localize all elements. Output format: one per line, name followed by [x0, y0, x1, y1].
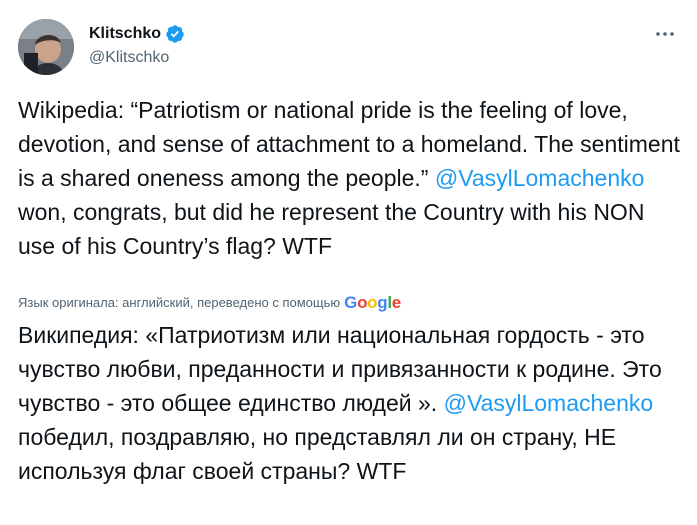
- more-options-button[interactable]: [653, 24, 677, 44]
- verified-badge-icon: [165, 24, 185, 44]
- avatar-image: [18, 19, 74, 75]
- author-handle[interactable]: @Klitschko: [89, 48, 169, 68]
- tweet-card: Klitschko @Klitschko Wikipedia: “Patriot…: [0, 0, 697, 525]
- translated-mention-link[interactable]: @VasylLomachenko: [444, 390, 654, 416]
- google-logo-letter: o: [367, 293, 378, 312]
- google-logo[interactable]: Google: [344, 293, 401, 313]
- translation-note: Язык оригинала: английский, переведено с…: [18, 293, 401, 313]
- avatar[interactable]: [18, 19, 74, 75]
- google-logo-letter: G: [344, 293, 358, 312]
- google-logo-letter: o: [357, 293, 368, 312]
- translation-note-label: Язык оригинала: английский, переведено с…: [18, 295, 341, 310]
- mention-link[interactable]: @VasylLomachenko: [435, 165, 645, 191]
- tweet-text: Wikipedia: “Patriotism or national pride…: [18, 93, 683, 263]
- tweet-text-part-2: won, congrats, but did he represent the …: [18, 199, 645, 259]
- google-logo-letter: e: [391, 293, 401, 312]
- author-name-row[interactable]: Klitschko: [89, 24, 185, 44]
- translated-text-part-2: победил, поздравляю, но представлял ли о…: [18, 424, 617, 484]
- translated-tweet-text: Википедия: «Патриотизм или национальная …: [18, 318, 683, 488]
- more-options-icon: [656, 32, 674, 36]
- author-display-name[interactable]: Klitschko: [89, 24, 161, 44]
- google-logo-letter: g: [377, 293, 388, 312]
